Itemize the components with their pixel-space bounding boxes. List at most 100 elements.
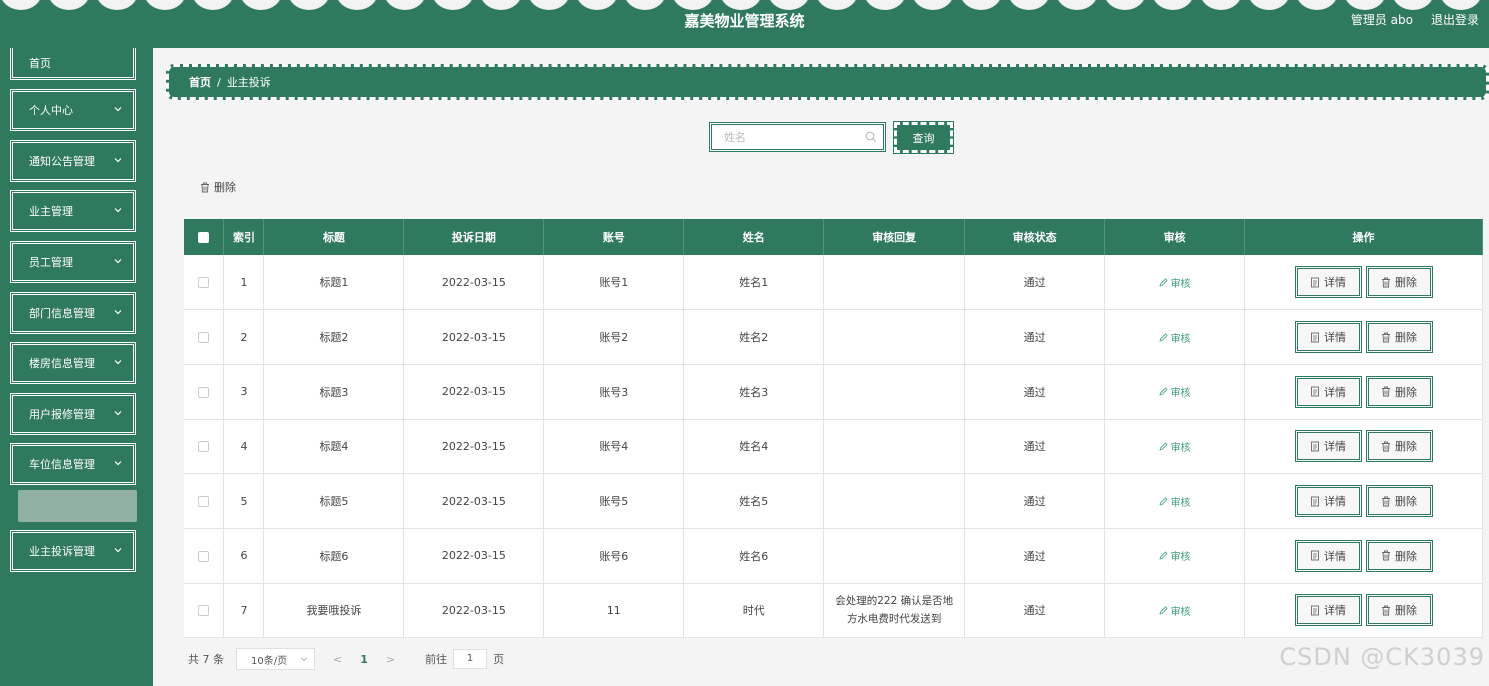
delete-button[interactable]: 删除: [1365, 375, 1433, 408]
sidebar-item-department-management[interactable]: 部门信息管理: [10, 292, 136, 334]
sidebar-item-home[interactable]: 首页: [10, 48, 136, 80]
goto-page-input[interactable]: 1: [453, 649, 488, 669]
bulk-delete-button[interactable]: 删除: [200, 179, 236, 195]
row-select-cell: [184, 364, 225, 420]
chevron-down-icon: [114, 310, 122, 315]
cell-name: 姓名4: [683, 419, 825, 475]
cell-date: 2022-03-15: [403, 473, 545, 529]
breadcrumb-home[interactable]: 首页: [189, 74, 211, 90]
detail-label: 详情: [1324, 549, 1347, 563]
cell-reply: [823, 473, 966, 529]
search-icon: [865, 131, 877, 143]
row-select-cell: [184, 528, 225, 584]
delete-button[interactable]: 删除: [1365, 321, 1433, 354]
column-header: 审核回复: [823, 219, 966, 255]
delete-label: 删除: [1395, 331, 1418, 345]
audit-link[interactable]: 审核: [1159, 603, 1191, 618]
cell-actions: 详情 删除: [1244, 419, 1483, 475]
row-checkbox[interactable]: [198, 386, 210, 398]
cell-title: 标题4: [263, 419, 405, 475]
delete-button[interactable]: 删除: [1365, 485, 1433, 518]
detail-label: 详情: [1324, 440, 1347, 454]
audit-link[interactable]: 审核: [1159, 330, 1191, 345]
row-checkbox[interactable]: [198, 277, 210, 289]
detail-button[interactable]: 详情: [1294, 430, 1362, 463]
table-row: 4 标题4 2022-03-15 账号4 姓名4 通过 审核 详情 删除: [184, 419, 1483, 475]
edit-icon: [1159, 442, 1168, 451]
cell-date: 2022-03-15: [403, 255, 545, 311]
detail-button[interactable]: 详情: [1294, 321, 1362, 354]
sidebar-item-building-management[interactable]: 楼房信息管理: [10, 342, 136, 384]
detail-button[interactable]: 详情: [1294, 485, 1362, 518]
cell-status: 通过: [964, 309, 1106, 365]
sidebar-item-notice-management[interactable]: 通知公告管理: [10, 140, 136, 182]
table-row: 3 标题3 2022-03-15 账号3 姓名3 通过 审核 详情 删除: [184, 364, 1483, 420]
trash-icon: [1382, 496, 1391, 507]
trash-icon: [1382, 441, 1391, 452]
sidebar-item-owner-management[interactable]: 业主管理: [10, 190, 136, 232]
watermark: CSDN @CK3039: [1279, 643, 1485, 671]
edit-icon: [1159, 551, 1168, 560]
audit-label: 审核: [1170, 552, 1191, 564]
row-select-cell: [184, 419, 225, 475]
cell-name: 姓名1: [683, 255, 825, 311]
detail-button[interactable]: 详情: [1294, 594, 1362, 627]
sidebar-item-parking-management[interactable]: 车位信息管理: [10, 443, 136, 485]
page-number-current[interactable]: 1: [360, 653, 368, 666]
row-checkbox[interactable]: [198, 332, 210, 344]
audit-link[interactable]: 审核: [1159, 494, 1191, 509]
row-checkbox[interactable]: [198, 550, 210, 562]
query-button[interactable]: 查询: [893, 121, 954, 154]
audit-link[interactable]: 审核: [1159, 548, 1191, 563]
chevron-down-icon: [114, 461, 122, 466]
sidebar-submenu-item-active[interactable]: [18, 490, 137, 522]
complaints-table: 索引 标题 投诉日期 账号 姓名 审核回复 审核状态 审核 操作 1 标题1 2…: [184, 219, 1483, 639]
detail-button[interactable]: 详情: [1294, 266, 1362, 299]
breadcrumb-separator: /: [217, 75, 221, 89]
delete-button[interactable]: 删除: [1365, 266, 1433, 299]
row-checkbox[interactable]: [198, 441, 210, 453]
detail-button[interactable]: 详情: [1294, 539, 1362, 572]
cell-status: 通过: [964, 583, 1106, 639]
document-icon: [1311, 605, 1319, 616]
sidebar-item-repair-management[interactable]: 用户报修管理: [10, 393, 136, 435]
page-size-value: 10条/页: [251, 655, 288, 667]
next-page-button[interactable]: >: [386, 653, 395, 666]
table-row: 2 标题2 2022-03-15 账号2 姓名2 通过 审核 详情 删除: [184, 309, 1483, 365]
delete-button[interactable]: 删除: [1365, 430, 1433, 463]
cell-date: 2022-03-15: [403, 364, 545, 420]
app-title: 嘉美物业管理系统: [684, 12, 805, 30]
cell-index: 3: [223, 364, 265, 420]
delete-button[interactable]: 删除: [1365, 539, 1433, 572]
row-checkbox[interactable]: [198, 496, 210, 508]
cell-audit: 审核: [1104, 473, 1246, 529]
prev-page-button[interactable]: <: [333, 653, 342, 666]
search-input[interactable]: [712, 125, 852, 149]
page-size-select[interactable]: 10条/页: [236, 648, 315, 670]
sidebar-item-complaint-management[interactable]: 业主投诉管理: [10, 530, 136, 572]
column-header: 标题: [263, 219, 405, 255]
cell-actions: 详情 删除: [1244, 473, 1483, 529]
delete-button[interactable]: 删除: [1365, 594, 1433, 627]
cell-reply: [823, 364, 966, 420]
logout-link[interactable]: 退出登录: [1431, 11, 1479, 28]
audit-link[interactable]: 审核: [1159, 439, 1191, 454]
admin-user-label[interactable]: 管理员 abo: [1351, 11, 1413, 28]
sidebar-item-personal-center[interactable]: 个人中心: [10, 89, 136, 131]
document-icon: [1311, 441, 1319, 452]
row-select-cell: [184, 309, 225, 365]
chevron-down-icon: [114, 360, 122, 365]
detail-button[interactable]: 详情: [1294, 375, 1362, 408]
sidebar-item-staff-management[interactable]: 员工管理: [10, 241, 136, 283]
audit-link[interactable]: 审核: [1159, 384, 1191, 399]
cell-audit: 审核: [1104, 528, 1246, 584]
select-all-checkbox[interactable]: [198, 232, 210, 243]
sidebar-item-label: 车位信息管理: [29, 458, 95, 471]
row-checkbox[interactable]: [198, 605, 210, 617]
table-row: 5 标题5 2022-03-15 账号5 姓名5 通过 审核 详情 删除: [184, 473, 1483, 529]
chevron-down-icon: [114, 259, 122, 264]
table-row: 7 我要哦投诉 2022-03-15 11 时代 会处理的222 确认是否地方水…: [184, 583, 1483, 639]
search-field[interactable]: [709, 122, 886, 152]
sidebar-item-label: 部门信息管理: [29, 307, 95, 320]
audit-link[interactable]: 审核: [1159, 275, 1191, 290]
